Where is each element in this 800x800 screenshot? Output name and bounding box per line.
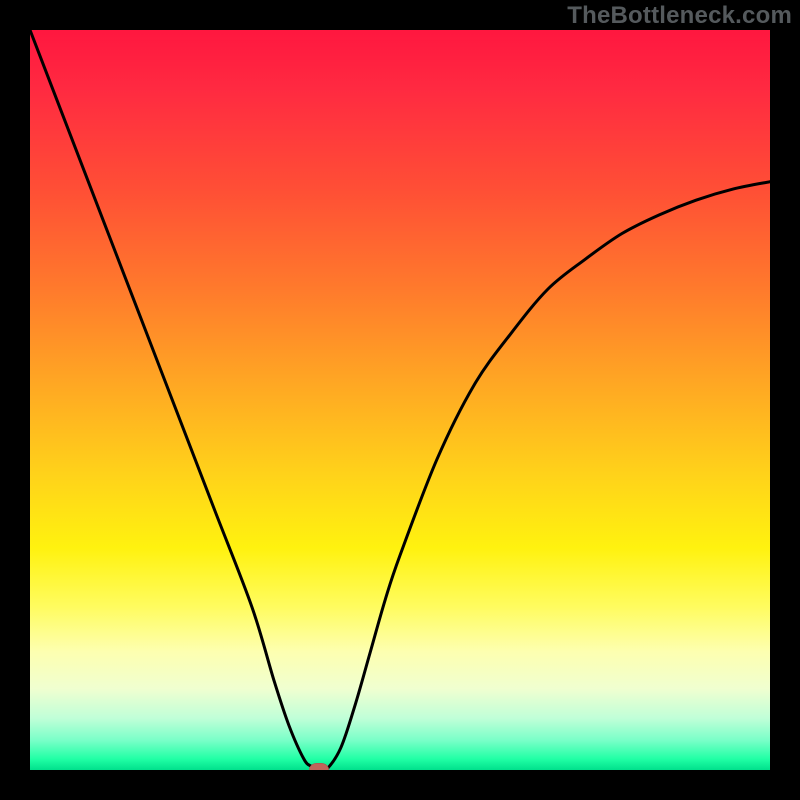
watermark-text: TheBottleneck.com <box>567 2 792 30</box>
bottleneck-curve <box>30 30 770 770</box>
chart-frame: TheBottleneck.com <box>0 0 800 800</box>
plot-area <box>30 30 770 770</box>
minimum-marker <box>309 763 329 770</box>
